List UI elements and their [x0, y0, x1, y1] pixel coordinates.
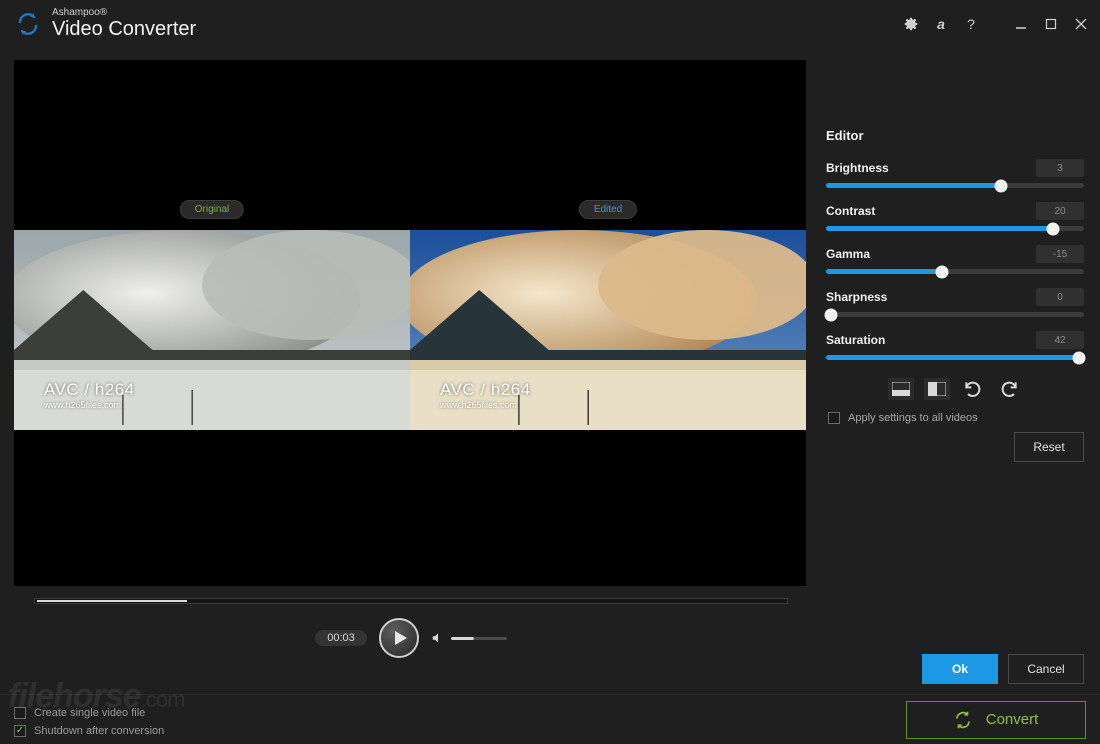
slider-label: Contrast: [826, 204, 875, 218]
apply-all-checkbox[interactable]: Apply settings to all videos: [828, 412, 1084, 424]
crop-vertical-icon[interactable]: [924, 378, 950, 400]
slider-sharpness: Sharpness 0: [826, 288, 1084, 317]
reset-button[interactable]: Reset: [1014, 432, 1084, 462]
convert-label: Convert: [986, 711, 1039, 728]
cancel-button[interactable]: Cancel: [1008, 654, 1084, 684]
create-single-label: Create single video file: [34, 707, 145, 719]
ok-button[interactable]: Ok: [922, 654, 998, 684]
footer: Create single video file ✓ Shutdown afte…: [0, 694, 1100, 744]
slider-value[interactable]: 3: [1036, 159, 1084, 177]
editor-panel: Editor Brightness 3 Contrast 20 Gamma -15 Shar…: [810, 48, 1100, 688]
slider-label: Gamma: [826, 247, 870, 261]
minimize-icon[interactable]: [1012, 15, 1030, 33]
close-icon[interactable]: [1072, 15, 1090, 33]
rotate-left-icon[interactable]: [960, 378, 986, 400]
current-time: 00:03: [315, 630, 367, 646]
shutdown-label: Shutdown after conversion: [34, 725, 164, 737]
play-button[interactable]: [379, 618, 419, 658]
slider-track[interactable]: [826, 183, 1084, 188]
app-title: Video Converter: [52, 19, 196, 40]
slider-thumb[interactable]: [1047, 222, 1060, 235]
slider-label: Sharpness: [826, 290, 887, 304]
timeline[interactable]: [34, 598, 788, 604]
apply-all-label: Apply settings to all videos: [848, 412, 978, 424]
titlebar-buttons: a ?: [902, 15, 1090, 33]
edited-label: Edited: [579, 200, 637, 219]
slider-thumb[interactable]: [936, 265, 949, 278]
settings-icon[interactable]: [902, 15, 920, 33]
preview-area: Original: [0, 48, 810, 688]
slider-label: Brightness: [826, 161, 889, 175]
crop-horizontal-icon[interactable]: [888, 378, 914, 400]
titlebar-left: Ashampoo® Video Converter: [10, 8, 196, 40]
app-logo-icon: [14, 10, 42, 38]
checkbox-icon: [828, 412, 840, 424]
slider-contrast: Contrast 20: [826, 202, 1084, 231]
codec-overlay-edited: AVC / h264 www.h265files.com: [440, 380, 531, 410]
slider-value[interactable]: 20: [1036, 202, 1084, 220]
slider-thumb[interactable]: [995, 179, 1008, 192]
speaker-icon: [431, 631, 445, 645]
maximize-icon[interactable]: [1042, 15, 1060, 33]
slider-saturation: Saturation 42: [826, 331, 1084, 360]
slider-value[interactable]: 42: [1036, 331, 1084, 349]
editor-heading: Editor: [826, 128, 1084, 143]
preview-original: Original: [14, 60, 410, 586]
slider-thumb[interactable]: [1072, 351, 1085, 364]
slider-gamma: Gamma -15: [826, 245, 1084, 274]
transport-controls: 00:03: [14, 618, 808, 658]
shutdown-checkbox[interactable]: ✓ Shutdown after conversion: [14, 725, 164, 737]
original-label: Original: [180, 200, 244, 219]
checkbox-icon: ✓: [14, 725, 26, 737]
rotate-right-icon[interactable]: [996, 378, 1022, 400]
create-single-checkbox[interactable]: Create single video file: [14, 707, 164, 719]
video-preview[interactable]: Original: [14, 60, 806, 586]
ashampoo-a-icon[interactable]: a: [932, 15, 950, 33]
slider-track[interactable]: [826, 312, 1084, 317]
editor-tools: [826, 378, 1084, 400]
timeline-progress: [37, 600, 187, 602]
preview-edited: Edited: [410, 60, 806, 586]
slider-track[interactable]: [826, 355, 1084, 360]
slider-track[interactable]: [826, 226, 1084, 231]
checkbox-icon: [14, 707, 26, 719]
volume-control[interactable]: [431, 631, 507, 645]
slider-label: Saturation: [826, 333, 885, 347]
slider-value[interactable]: 0: [1036, 288, 1084, 306]
help-icon[interactable]: ?: [962, 15, 980, 33]
slider-value[interactable]: -15: [1036, 245, 1084, 263]
slider-thumb[interactable]: [825, 308, 838, 321]
codec-overlay-original: AVC / h264 www.h265files.com: [44, 380, 135, 410]
slider-brightness: Brightness 3: [826, 159, 1084, 188]
convert-icon: [954, 711, 972, 729]
volume-slider[interactable]: [451, 637, 507, 640]
titlebar: Ashampoo® Video Converter a ?: [0, 0, 1100, 48]
slider-track[interactable]: [826, 269, 1084, 274]
convert-button[interactable]: Convert: [906, 701, 1086, 739]
